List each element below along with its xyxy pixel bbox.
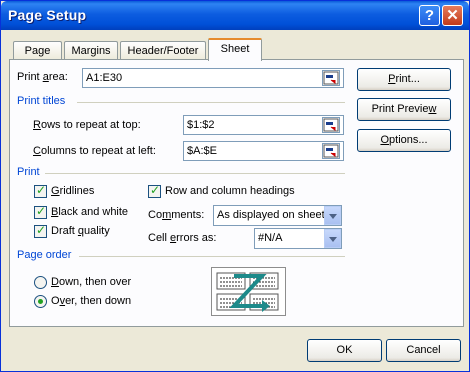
print-area-collapse-button[interactable] (322, 70, 340, 86)
tab-sheet-label: Sheet (220, 43, 250, 55)
options-button[interactable]: Options... (357, 129, 451, 152)
close-icon: ✕ (446, 7, 459, 24)
down-then-over-radio[interactable] (34, 276, 47, 289)
chevron-down-icon[interactable] (324, 206, 341, 225)
print-group-label: Print (17, 166, 40, 178)
down-then-over-label: Down, then over (51, 276, 132, 288)
tab-header-footer[interactable]: Header/Footer (120, 41, 206, 61)
page-setup-dialog: Page Setup ? ✕ Page Margins Header/Foote… (0, 0, 470, 372)
tab-page[interactable]: Page (13, 41, 62, 61)
chevron-down-icon[interactable] (324, 229, 341, 248)
cell-errors-selected-value: #N/A (258, 232, 283, 244)
title-bar[interactable]: Page Setup ? ✕ (1, 1, 469, 30)
page-order-preview (211, 267, 286, 316)
page-order-group-label: Page order (17, 249, 72, 261)
tab-page-label: Page (24, 45, 51, 57)
columns-repeat-collapse-button[interactable] (322, 143, 340, 159)
print-area-value: A1:E30 (86, 72, 123, 84)
tab-sheet[interactable]: Sheet (208, 38, 262, 61)
rows-repeat-value: $1:$2 (187, 119, 215, 131)
range-select-icon (323, 118, 339, 132)
columns-repeat-input[interactable]: $A:$E (183, 141, 344, 161)
tab-margins[interactable]: Margins (64, 41, 118, 61)
over-then-down-label: Over, then down (51, 295, 132, 307)
draft-quality-label: Draft quality (51, 225, 110, 237)
range-select-icon (323, 71, 339, 85)
rows-repeat-label: Rows to repeat at top: (33, 119, 141, 131)
rows-repeat-collapse-button[interactable] (322, 117, 340, 133)
print-titles-group-label: Print titles (17, 95, 66, 107)
row-column-headings-checkbox[interactable] (148, 183, 161, 198)
help-icon: ? (424, 7, 435, 24)
window-title: Page Setup (8, 7, 87, 23)
black-and-white-label: Black and white (51, 206, 129, 218)
cancel-button[interactable]: Cancel (386, 339, 461, 362)
rows-repeat-input[interactable]: $1:$2 (183, 115, 344, 135)
cell-errors-label: Cell errors as: (148, 232, 217, 244)
page-order-preview-icon (216, 272, 279, 312)
columns-repeat-label: Columns to repeat at left: (33, 145, 156, 157)
comments-selected-value: As displayed on sheet (217, 209, 325, 221)
print-area-label: Print area: (17, 71, 68, 83)
close-button[interactable]: ✕ (442, 5, 463, 26)
help-button[interactable]: ? (419, 5, 440, 26)
comments-select[interactable]: As displayed on sheet (213, 205, 342, 226)
range-select-icon (323, 144, 339, 158)
over-then-down-radio[interactable] (34, 295, 47, 308)
comments-label: Comments: (148, 209, 205, 221)
print-titles-divider (77, 102, 345, 103)
print-preview-button[interactable]: Print Preview (357, 98, 451, 121)
columns-repeat-value: $A:$E (187, 145, 217, 157)
print-button[interactable]: Print... (357, 68, 451, 91)
row-column-headings-label: Row and column headings (165, 185, 295, 197)
tab-header-footer-label: Header/Footer (127, 45, 199, 57)
ok-button[interactable]: OK (307, 339, 382, 362)
print-divider (45, 173, 345, 174)
draft-quality-checkbox[interactable] (34, 223, 47, 238)
gridlines-checkbox[interactable] (34, 183, 47, 198)
tab-margins-label: Margins (71, 45, 111, 57)
black-and-white-checkbox[interactable] (34, 204, 47, 219)
gridlines-label: Gridlines (51, 185, 95, 197)
page-order-divider (79, 256, 345, 257)
print-area-input[interactable]: A1:E30 (82, 68, 344, 88)
cell-errors-select[interactable]: #N/A (254, 228, 342, 249)
